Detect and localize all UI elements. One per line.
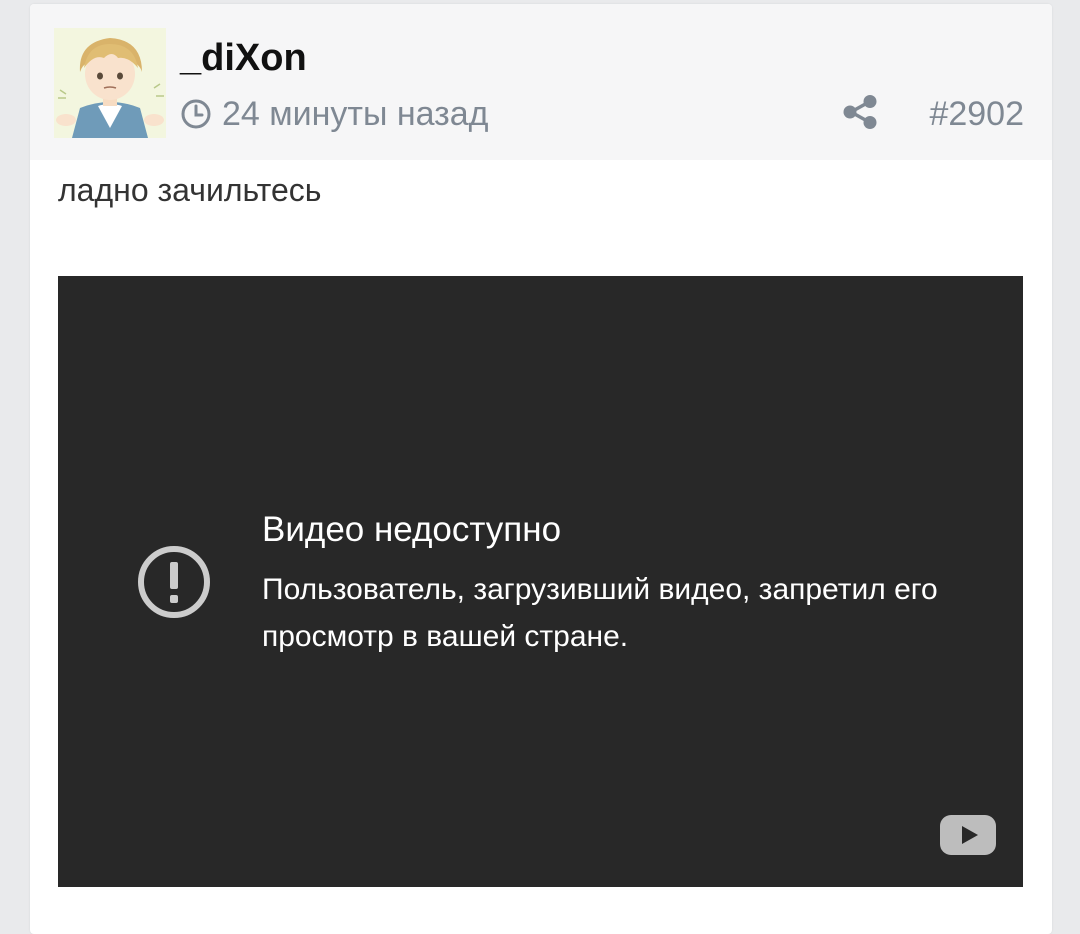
video-unavailable-message: Пользователь, загрузивший видео, запрети…	[262, 573, 938, 653]
video-unavailable-title: Видео недоступно	[262, 510, 562, 549]
post-header: _diXon 24 минуты назад #2902	[30, 4, 1052, 160]
video-embed[interactable]: Видео недоступно Пользователь, загрузивш…	[58, 276, 1023, 887]
clock-icon	[181, 99, 211, 129]
post-card: _diXon 24 минуты назад #2902 ладно зачил…	[30, 4, 1052, 934]
post-timestamp: 24 минуты назад	[180, 92, 489, 136]
username[interactable]: _diXon	[180, 36, 307, 80]
share-icon[interactable]	[842, 94, 878, 130]
youtube-logo-icon[interactable]	[940, 815, 996, 855]
exclamation-circle-icon	[138, 546, 210, 618]
avatar-image	[54, 28, 166, 138]
time-ago-text: 24 минуты назад	[222, 94, 489, 133]
post-body-text: ладно зачильтесь	[58, 172, 322, 208]
avatar[interactable]	[54, 28, 166, 138]
post-number-link[interactable]: #2902	[929, 92, 1024, 136]
